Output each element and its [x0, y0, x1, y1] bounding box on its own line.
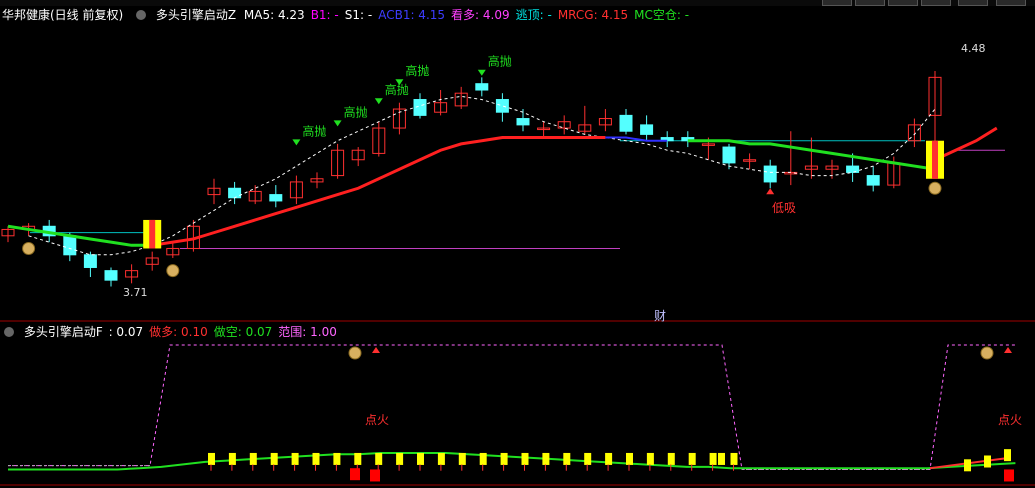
ma-dashed-line	[28, 95, 936, 256]
signal-bar	[500, 452, 508, 465]
candle-body	[104, 270, 118, 281]
sell-label: 高抛	[344, 104, 368, 119]
candle-body	[846, 165, 860, 173]
buy-label: 低吸	[772, 201, 796, 215]
signal-bar	[709, 452, 717, 465]
launch-bar	[149, 219, 156, 249]
signal-bar	[584, 452, 592, 465]
grid-lines	[0, 320, 1035, 486]
signal-bar	[563, 452, 571, 465]
price-high-label: 4.48	[961, 42, 986, 55]
signal-bar	[688, 452, 696, 465]
signal-bar	[291, 452, 299, 465]
sub-indicator-panel[interactable]	[8, 344, 1016, 482]
sell-arrow-icon	[374, 98, 383, 105]
short-line	[8, 451, 1016, 471]
candle-body	[722, 146, 736, 164]
sell-label: 高抛	[405, 63, 429, 78]
sell-label: 高抛	[385, 82, 409, 97]
candle-body	[516, 118, 530, 126]
signal-bar	[964, 459, 971, 472]
signal-bar	[375, 452, 383, 465]
signal-bar	[417, 452, 424, 465]
ma-red-line	[934, 126, 998, 162]
signal-bar	[984, 455, 991, 468]
sell-arrow-icon	[333, 120, 342, 127]
kline-chart[interactable]: 高抛高抛高抛高抛高抛 4.48 3.71 财 低吸 点火 点火	[0, 0, 1035, 488]
candle-body	[763, 165, 777, 183]
candle-body	[83, 254, 97, 268]
candle-body	[495, 99, 509, 113]
range-line	[8, 344, 1015, 470]
candle-body	[475, 83, 489, 91]
signal-bar	[458, 452, 466, 465]
ignite-label: 点火	[365, 413, 389, 427]
candles[interactable]	[1, 71, 942, 287]
signal-bar	[228, 452, 236, 465]
launch-bar	[932, 140, 938, 179]
signal-bar	[437, 452, 445, 465]
ignite-block	[1004, 469, 1014, 482]
ignite-label: 点火	[998, 413, 1022, 427]
signal-bar	[354, 452, 362, 465]
signal-bar	[249, 452, 257, 465]
candle-body	[640, 124, 654, 135]
ignite-block	[370, 469, 380, 482]
candle-body	[866, 175, 880, 186]
sell-arrow-icon	[477, 69, 486, 76]
signal-bar	[270, 452, 278, 465]
up-arrow-icon	[372, 347, 380, 353]
money-bag-icon	[22, 241, 36, 255]
money-bag-icon	[348, 346, 362, 360]
signal-bar	[333, 452, 341, 465]
signal-bar	[646, 452, 654, 465]
candle-body	[619, 114, 633, 132]
candle-body	[413, 99, 427, 116]
money-bag-icon	[166, 264, 180, 278]
signal-bar	[479, 452, 487, 465]
sell-label: 高抛	[302, 123, 326, 138]
ignite-block	[350, 468, 360, 481]
signal-bar	[718, 452, 725, 465]
signal-bar	[626, 452, 633, 465]
candle-body	[63, 235, 77, 256]
candle-body	[269, 194, 283, 202]
buy-arrow-icon	[766, 188, 775, 195]
sell-label: 高抛	[488, 54, 512, 69]
up-arrow-icon	[1004, 347, 1012, 353]
signal-bar	[730, 452, 738, 465]
signal-bar	[605, 452, 613, 465]
sell-arrow-icon	[292, 139, 301, 146]
signal-bar	[396, 452, 404, 465]
finance-marker[interactable]: 财	[654, 309, 666, 323]
price-low-label: 3.71	[123, 286, 148, 299]
money-bag-icon	[980, 346, 994, 360]
signal-bar	[667, 452, 675, 465]
money-bag-icon	[928, 181, 942, 195]
signal-bar	[1004, 449, 1011, 462]
signal-bar	[208, 452, 215, 465]
signal-bar	[312, 452, 320, 465]
candle-body	[228, 187, 242, 199]
signal-bar	[542, 452, 550, 465]
signal-bar	[521, 452, 529, 465]
